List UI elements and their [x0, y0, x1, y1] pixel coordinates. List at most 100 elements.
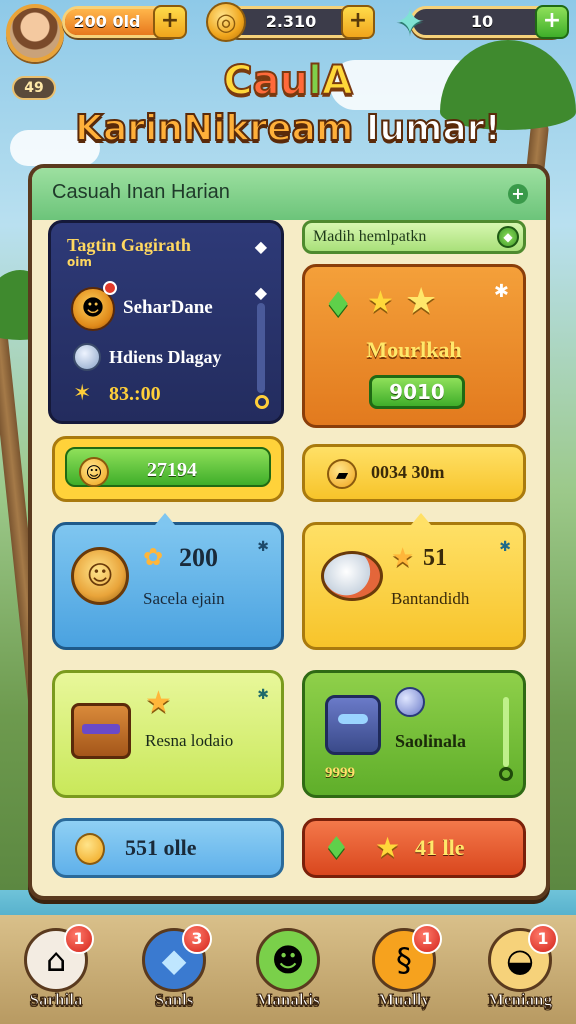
nav-badge: 1: [528, 924, 558, 954]
gems-value: 10: [470, 12, 494, 31]
quest-subtitle: oim: [67, 255, 92, 269]
robot-card-scrollbar[interactable]: [503, 697, 509, 767]
ring-icon: [499, 767, 513, 781]
nav-item-sarhila[interactable]: ⌂ 1 Sarhila: [6, 918, 106, 1024]
chest-card-label: Resna lodaio: [145, 731, 234, 750]
rocket-card[interactable]: ★ 51 Bantandidh ✱: [302, 513, 526, 650]
nav-label: Sarhila: [29, 990, 83, 1010]
quest-row-3: 83.:00: [109, 383, 161, 405]
game-title: CaulA: [0, 57, 576, 105]
mission-bar-label: Madih hemlpatkn: [313, 228, 427, 245]
coin-icon: ◎: [206, 2, 246, 42]
medal-card[interactable]: ☺ ✿ 200 Sacela ejain ✱: [52, 513, 284, 650]
nav-label: Mually: [378, 990, 431, 1010]
reward-claim-button[interactable]: 9010: [369, 375, 465, 409]
quest-scrollbar[interactable]: [257, 303, 265, 393]
nav-badge: 1: [412, 924, 442, 954]
energy-plus-button[interactable]: +: [153, 5, 187, 39]
gems-plus-button[interactable]: +: [535, 5, 569, 39]
nav-label: Manakis: [256, 990, 320, 1010]
nav-item-meniang[interactable]: ◒ 1 Meniang: [470, 918, 570, 1024]
rocket-card-label: Bantandidh: [391, 589, 470, 608]
gems-resource: 10 +: [410, 5, 569, 39]
rocket-card-number: 51: [423, 545, 447, 571]
orb-icon: [395, 687, 425, 717]
panel-header: Casuah Inan Harian +: [32, 168, 546, 220]
reward-card[interactable]: ♦ ★ ★ ✱ Mourlkah 9010: [302, 264, 526, 428]
medal-card-number: 200: [179, 543, 218, 572]
coins-pill-inner: ☺ 27194: [65, 447, 271, 487]
star-icon: ★: [405, 281, 438, 322]
player-avatar[interactable]: [6, 4, 64, 62]
card-notch: [411, 513, 431, 525]
subtitle-main: KarinNikream: [74, 107, 354, 150]
bottom-nav: ⌂ 1 Sarhila ◆ 3 Sanls ☻ Manakis § 1 Mual…: [0, 918, 576, 1024]
nav-badge: 1: [64, 924, 94, 954]
quest-row-2: Hdiens Dlagay: [109, 347, 222, 367]
medal-card-label: Sacela ejain: [143, 589, 225, 608]
character-icon: ☻: [256, 928, 320, 992]
nav-label: Meniang: [487, 990, 553, 1010]
green-gem-icon: ♦: [323, 285, 354, 325]
coins-pill[interactable]: ☺ 27194: [52, 436, 284, 502]
diamond-icon: ◆: [254, 237, 267, 256]
star-icon: ★: [367, 285, 394, 320]
mission-bar[interactable]: Madih hemlpatkn ◆: [302, 220, 526, 254]
timer-pill[interactable]: ▰ 0034 30m: [302, 444, 526, 502]
panel-expand-button[interactable]: +: [508, 184, 528, 204]
mission-go-icon[interactable]: ◆: [497, 226, 519, 248]
cheese-icon: ▰: [327, 459, 357, 489]
smile-coin-icon: ☺: [79, 457, 109, 487]
ring-icon: [255, 395, 269, 409]
red-gem-pill-value: 41 lle: [415, 835, 465, 860]
coins-plus-button[interactable]: +: [341, 5, 375, 39]
close-icon[interactable]: ✱: [494, 281, 509, 302]
chest-card[interactable]: ★ Resna lodaio ✱: [52, 670, 284, 798]
title-part-2: au: [252, 57, 309, 105]
game-subtitle: KarinNikream Iumar!: [0, 107, 576, 150]
blue-coin-pill-value: 551 olle: [125, 835, 197, 860]
energy-value: 200 0ld: [73, 12, 141, 31]
medal-icon: ☺: [71, 547, 129, 605]
star-icon: ★: [375, 831, 401, 864]
notification-dot: [103, 281, 117, 295]
flame-icon: ✿: [143, 543, 164, 571]
green-gem-icon: ♦: [323, 831, 350, 866]
quest-card[interactable]: Tagtin Gagirath oim ◆ ☻ SeharDane ◆ Hdie…: [48, 220, 284, 424]
diamond-icon: ◆: [254, 283, 267, 302]
snowflake-icon: ✱: [499, 539, 511, 555]
energy-resource: 200 0ld +: [62, 5, 187, 39]
quest-row-1: SeharDane: [123, 297, 213, 318]
coin-icon: [75, 833, 105, 865]
nav-badge: 3: [182, 924, 212, 954]
snowflake-icon: ✱: [257, 539, 269, 555]
snowflake-icon: ✱: [257, 687, 269, 703]
robot-card[interactable]: Saolinala 9999: [302, 670, 526, 798]
reward-label: Mourlkah: [366, 337, 462, 362]
rocket-icon: [321, 551, 383, 601]
blue-coin-pill[interactable]: 551 olle: [52, 818, 284, 878]
sparkle-icon: ✶: [73, 381, 92, 406]
title-part-4: A: [321, 57, 354, 105]
nav-item-mually[interactable]: § 1 Mually: [354, 918, 454, 1024]
title-part-3: l: [307, 57, 323, 105]
robot-card-coins: 9999: [325, 765, 355, 781]
card-notch: [155, 513, 175, 525]
title-part-1: C: [222, 57, 253, 105]
quest-title: Tagtin Gagirath: [67, 235, 191, 255]
pearl-icon: [73, 343, 101, 371]
robot-icon: [325, 695, 381, 755]
nav-item-sanls[interactable]: ◆ 3 Sanls: [124, 918, 224, 1024]
star-icon: ★: [145, 685, 172, 720]
subtitle-tail: Iumar!: [365, 107, 502, 150]
nav-item-manakis[interactable]: ☻ Manakis: [238, 918, 338, 1024]
gem-icon: ✦: [394, 1, 426, 43]
treasure-chest-icon: [71, 703, 131, 759]
coins-pill-value: 27194: [147, 459, 197, 481]
robot-card-label: Saolinala: [395, 731, 467, 751]
red-gem-pill[interactable]: ♦ ★ 41 lle: [302, 818, 526, 878]
panel-title: Casuah Inan Harian: [52, 181, 230, 203]
star-icon: ★: [391, 543, 415, 573]
nav-label: Sanls: [154, 990, 194, 1010]
timer-pill-value: 0034 30m: [371, 462, 445, 482]
